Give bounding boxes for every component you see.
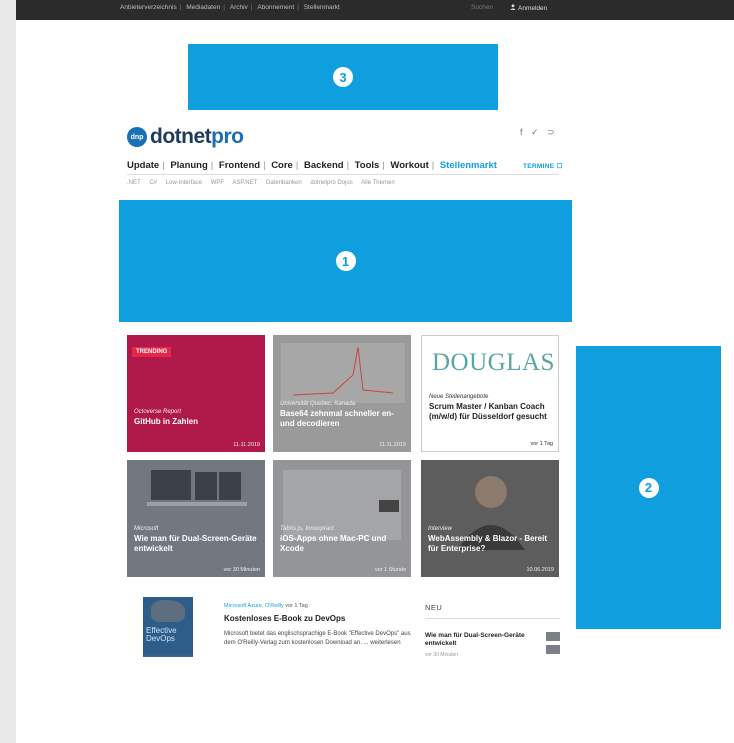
tile-title: Scrum Master / Kanban Coach (m/w/d) für … — [429, 402, 547, 421]
main-nav: Update | Planung | Frontend | Core | Backend… — [127, 160, 497, 171]
fade-overlay — [116, 655, 576, 675]
tile-kicker: Interview — [428, 526, 453, 532]
top-link-anbieterverzeichnis[interactable]: Anbieterverzeichnis — [120, 4, 177, 11]
termine-link[interactable]: TERMINE ☐ — [523, 162, 563, 170]
tile-kicker: Universität Quebec, Kanada — [280, 401, 356, 407]
search-link[interactable]: Suchen — [471, 4, 493, 11]
nav-item-frontend[interactable]: Frontend — [219, 160, 260, 171]
teaser-tile[interactable]: Interview WebAssembly & Blazor - Bereit … — [421, 460, 559, 577]
subnav-item[interactable]: Low-Interface — [166, 180, 202, 186]
ad-number-badge: 3 — [333, 67, 353, 87]
top-links: Anbieterverzeichnis | Mediadaten | Archiv |… — [120, 4, 340, 11]
nav-item-workout[interactable]: Workout — [390, 160, 428, 171]
nav-item-core[interactable]: Core — [271, 160, 293, 171]
separator: | — [223, 4, 225, 11]
teaser-tile[interactable]: Tabris.js, Innoopract iOS-Apps ohne Mac-… — [273, 460, 411, 577]
nav-item-update[interactable]: Update — [127, 160, 159, 171]
tile-kicker: Neue Stellenangebote — [429, 394, 489, 400]
tile-date: vor 1 Stunde — [374, 567, 406, 573]
logo-wordmark-b: pro — [211, 125, 244, 148]
subnav-item[interactable]: ASP.NET — [232, 180, 257, 186]
ad-slot-top[interactable]: 3 — [188, 44, 498, 110]
user-icon — [510, 4, 516, 12]
login-label: Anmelden — [518, 5, 548, 12]
nav-item-stellenmarkt[interactable]: Stellenmarkt — [440, 160, 497, 171]
sub-nav: .NET C# Low-Interface WPF ASP.NET Datenb… — [127, 180, 402, 186]
ad-number-badge: 2 — [638, 477, 659, 498]
tile-title: Wie man für Dual-Screen-Geräte entwickel… — [134, 534, 257, 553]
tile-date: 11.11.2019 — [233, 442, 260, 448]
top-link-abonnement[interactable]: Abonnement — [257, 4, 294, 11]
tile-date: vor 1 Tag — [530, 441, 553, 447]
nav-item-backend[interactable]: Backend — [304, 160, 344, 171]
top-link-archiv[interactable]: Archiv — [230, 4, 248, 11]
separator: | — [250, 4, 253, 11]
teaser-tile[interactable]: TRENDING Octoverse Report GitHub in Zahl… — [127, 335, 265, 452]
job-ad-tile[interactable]: DOUGLAS Neue Stellenangebote Scrum Maste… — [421, 335, 559, 452]
subnav-item[interactable]: dotnetpro Dojos — [310, 180, 352, 186]
phone-thumbnail-image — [273, 460, 411, 577]
nav-divider — [127, 174, 559, 175]
tile-kicker: Tabris.js, Innoopract — [280, 526, 334, 532]
teaser-tile[interactable]: Microsoft Wie man für Dual-Screen-Geräte… — [127, 460, 265, 577]
logo-badge: dnp — [127, 127, 147, 147]
ad-number-badge: 1 — [335, 251, 356, 271]
logo-wordmark-a: dotnet — [150, 125, 212, 148]
tile-title: GitHub in Zahlen — [134, 417, 198, 426]
separator: | — [382, 160, 385, 171]
site-logo[interactable]: dnp dotnetpro — [127, 125, 244, 149]
article-category-link[interactable]: Microsoft Azure, O'Reilly — [224, 603, 284, 609]
nav-item-tools[interactable]: Tools — [355, 160, 380, 171]
book-cover-image[interactable]: Effective DevOps — [143, 597, 193, 657]
subnav-item[interactable]: Alle Themen — [361, 180, 395, 186]
article-time: vor 1 Tag — [285, 603, 308, 609]
ad-slot-leaderboard[interactable]: 1 — [119, 200, 572, 322]
separator: | — [263, 160, 266, 171]
portrait-thumbnail-image — [421, 460, 559, 577]
tile-title: Base64 zehnmal schneller en- und decodie… — [280, 409, 394, 428]
tile-date: 11.11.2019 — [379, 442, 406, 448]
book-cover-title: Effective DevOps — [146, 626, 177, 643]
subnav-item[interactable]: Datenbanken — [266, 180, 302, 186]
login-link[interactable]: Anmelden — [510, 4, 547, 12]
trending-badge: TRENDING — [132, 347, 172, 357]
neu-thumbnail-image[interactable] — [546, 632, 560, 641]
top-link-mediadaten[interactable]: Mediadaten — [186, 4, 220, 11]
article-title[interactable]: Kostenloses E-Book zu DevOps — [224, 614, 345, 623]
social-icons[interactable]: f ✓ ⊃ — [520, 127, 558, 138]
top-link-stellenmarkt[interactable]: Stellenmarkt — [304, 4, 340, 11]
neu-thumbnail-image[interactable] — [546, 645, 560, 654]
neu-article-title[interactable]: Wie man für Dual-Screen-Geräte entwickel… — [425, 632, 525, 648]
tile-date: 10.06.2019 — [526, 567, 554, 573]
subnav-item[interactable]: .NET — [127, 180, 141, 186]
douglas-logo: DOUGLAS — [432, 349, 555, 376]
page-frame: Anbieterverzeichnis | Mediadaten | Archiv |… — [16, 0, 734, 743]
separator: | — [210, 160, 214, 171]
tile-kicker: Octoverse Report — [134, 409, 182, 415]
chart-thumbnail-image — [273, 335, 411, 452]
tile-kicker: Microsoft — [134, 526, 159, 532]
logo-wordmark: dotnetpro — [150, 125, 244, 149]
nav-item-planung[interactable]: Planung — [170, 160, 207, 171]
neu-heading: NEU — [425, 603, 443, 612]
separator: | — [346, 160, 350, 171]
separator: | — [431, 160, 435, 171]
separator: | — [179, 4, 182, 11]
teaser-tile[interactable]: Universität Quebec, Kanada Base64 zehnma… — [273, 335, 411, 452]
article-meta: Microsoft Azure, O'Reilly vor 1 Tag — [224, 603, 308, 609]
bird-illustration — [151, 600, 185, 622]
separator: | — [162, 160, 165, 171]
ad-slot-sidebar[interactable]: 2 — [576, 346, 721, 629]
devices-thumbnail-image — [127, 460, 265, 577]
neu-divider — [425, 618, 560, 619]
tile-title: WebAssembly & Blazor - Bereit für Enterp… — [428, 534, 547, 553]
subnav-item[interactable]: C# — [149, 180, 157, 186]
separator: | — [295, 160, 299, 171]
separator: | — [297, 4, 299, 11]
tile-date: vor 30 Minuten — [223, 567, 260, 573]
subnav-item[interactable]: WPF — [211, 180, 224, 186]
top-bar: Anbieterverzeichnis | Mediadaten | Archiv |… — [16, 0, 734, 20]
tile-title: iOS-Apps ohne Mac-PC und Xcode — [280, 534, 387, 553]
